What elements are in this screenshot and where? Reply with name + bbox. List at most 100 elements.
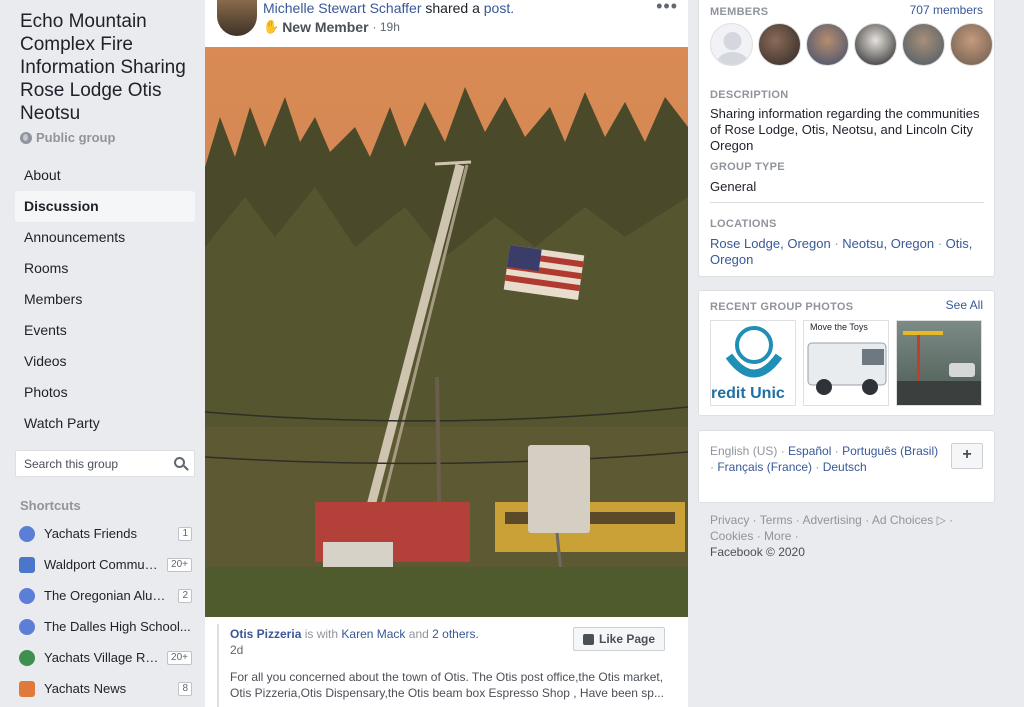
location-link[interactable]: Neotsu, Oregon [842, 236, 934, 251]
shared-post: Otis Pizzeria is with Karen Mack and 2 o… [217, 624, 677, 707]
nav-discussion[interactable]: Discussion [15, 191, 195, 222]
author-name[interactable]: Michelle Stewart Schaffer [263, 0, 421, 16]
shortcuts-heading: Shortcuts [20, 498, 81, 513]
group-icon [19, 556, 35, 573]
group-icon [19, 618, 35, 635]
footer-link[interactable]: Privacy [710, 513, 749, 527]
ad-choices-icon[interactable]: ▷ [937, 513, 946, 527]
group-icon [19, 587, 35, 604]
nav-members[interactable]: Members [15, 284, 195, 315]
shortcut-badge: 2 [178, 588, 192, 603]
shortcut-badge: 20+ [167, 557, 192, 572]
member-avatar[interactable] [806, 23, 849, 66]
shortcut-item[interactable]: Yachats Friends 1 [19, 518, 192, 549]
shared-post-link[interactable]: post. [484, 0, 514, 16]
shortcut-name: The Dalles High School... [44, 619, 191, 634]
shared-attribution: Otis Pizzeria is with Karen Mack and 2 o… [230, 627, 479, 641]
language-card: English (US) · Español · Português (Bras… [698, 430, 995, 503]
nav-about[interactable]: About [15, 160, 195, 191]
group-search [15, 450, 195, 477]
locations-list: Rose Lodge, Oregon · Neotsu, Oregon · Ot… [710, 236, 985, 268]
van-image [807, 342, 887, 395]
like-page-button[interactable]: Like Page [573, 627, 665, 651]
nav-photos[interactable]: Photos [15, 377, 195, 408]
nav-events[interactable]: Events [15, 315, 195, 346]
search-input[interactable] [16, 451, 166, 476]
group-icon [19, 680, 35, 697]
shared-time[interactable]: 2d [230, 643, 243, 657]
street-image [897, 331, 981, 405]
fire-scene-image [205, 47, 688, 617]
shortcut-item[interactable]: The Dalles High School... [19, 611, 192, 642]
globe-icon [19, 649, 35, 666]
members-label: MEMBERS [710, 6, 769, 18]
more-options-icon[interactable]: ••• [656, 0, 678, 17]
thumbs-up-icon [582, 633, 594, 645]
with-text: is with [304, 627, 339, 641]
language-link[interactable]: Français (France) [717, 460, 812, 474]
nav-announcements[interactable]: Announcements [15, 222, 195, 253]
footer-link[interactable]: Advertising [802, 513, 861, 527]
wave-icon: ✋ [263, 19, 280, 34]
post-action: shared a [425, 0, 480, 16]
member-avatar[interactable] [902, 23, 945, 66]
nav-watch-party[interactable]: Watch Party [15, 408, 195, 439]
footer-link[interactable]: Cookies [710, 529, 753, 543]
language-list: English (US) · Español · Português (Bras… [710, 444, 939, 474]
footer-link[interactable]: Terms [760, 513, 793, 527]
language-link[interactable]: Português (Brasil) [842, 444, 938, 458]
footer-link[interactable]: Ad Choices [872, 513, 933, 527]
members-count-link[interactable]: 707 members [910, 3, 983, 17]
shortcut-name: Yachats Friends [44, 526, 137, 541]
shortcut-item[interactable]: Yachats News 8 [19, 673, 192, 704]
like-page-label: Like Page [598, 632, 656, 646]
locations-label: LOCATIONS [710, 218, 777, 230]
member-avatar[interactable] [950, 23, 993, 66]
recent-photos-label: RECENT GROUP PHOTOS [710, 301, 854, 313]
recent-photo[interactable] [896, 320, 982, 406]
member-avatar[interactable] [710, 23, 753, 66]
feed-post: Michelle Stewart Schaffer shared a post.… [205, 0, 688, 707]
recent-photos-card: RECENT GROUP PHOTOS See All redit Unic M… [698, 290, 995, 416]
separator-dot: · [937, 236, 943, 251]
shortcut-name: Waldport Community... [44, 557, 164, 572]
nav-rooms[interactable]: Rooms [15, 253, 195, 284]
shortcut-badge: 20+ [167, 650, 192, 665]
member-avatar[interactable] [854, 23, 897, 66]
member-avatar[interactable] [758, 23, 801, 66]
add-language-button[interactable]: + [951, 443, 983, 469]
see-all-link[interactable]: See All [946, 298, 983, 312]
nav-videos[interactable]: Videos [15, 346, 195, 377]
language-link[interactable]: Español [788, 444, 831, 458]
language-link[interactable]: Deutsch [823, 460, 867, 474]
photo-caption: redit Unic [711, 385, 785, 402]
shared-page-name[interactable]: Otis Pizzeria [230, 627, 301, 641]
shortcut-item[interactable]: The Oregonian Alumni... 2 [19, 580, 192, 611]
tagged-others[interactable]: 2 others. [432, 627, 479, 641]
group-type-value: General [710, 179, 757, 194]
shortcut-name: Yachats Village Re... [44, 650, 164, 665]
group-title[interactable]: Echo Mountain Complex Fire Information S… [20, 10, 200, 125]
search-icon[interactable] [174, 457, 185, 468]
group-icon [19, 525, 35, 542]
post-header: Michelle Stewart Schaffer shared a post. [263, 0, 514, 16]
location-link[interactable]: Rose Lodge, Oregon [710, 236, 831, 251]
shortcut-badge: 8 [178, 681, 192, 696]
recent-photo[interactable]: Move the Toys [803, 320, 889, 406]
author-avatar[interactable] [217, 0, 257, 36]
shortcuts-list: Yachats Friends 1 Waldport Community... … [19, 518, 192, 704]
description-label: DESCRIPTION [710, 89, 789, 101]
group-privacy: Public group [20, 130, 115, 145]
and-text: and [408, 627, 429, 641]
post-time[interactable]: · 19h [373, 20, 400, 34]
shortcut-name: The Oregonian Alumni... [44, 588, 175, 603]
footer-link[interactable]: More [764, 529, 791, 543]
group-info-card: MEMBERS 707 members DESCRIPTION Sharing … [698, 0, 995, 277]
post-photo[interactable] [205, 47, 688, 617]
shortcut-item[interactable]: Yachats Village Re... 20+ [19, 642, 192, 673]
tagged-person[interactable]: Karen Mack [341, 627, 405, 641]
shortcut-item[interactable]: Waldport Community... 20+ [19, 549, 192, 580]
recent-photo[interactable]: redit Unic [710, 320, 796, 406]
photo-caption: Move the Toys [810, 322, 868, 332]
separator-dot: · [834, 236, 839, 251]
